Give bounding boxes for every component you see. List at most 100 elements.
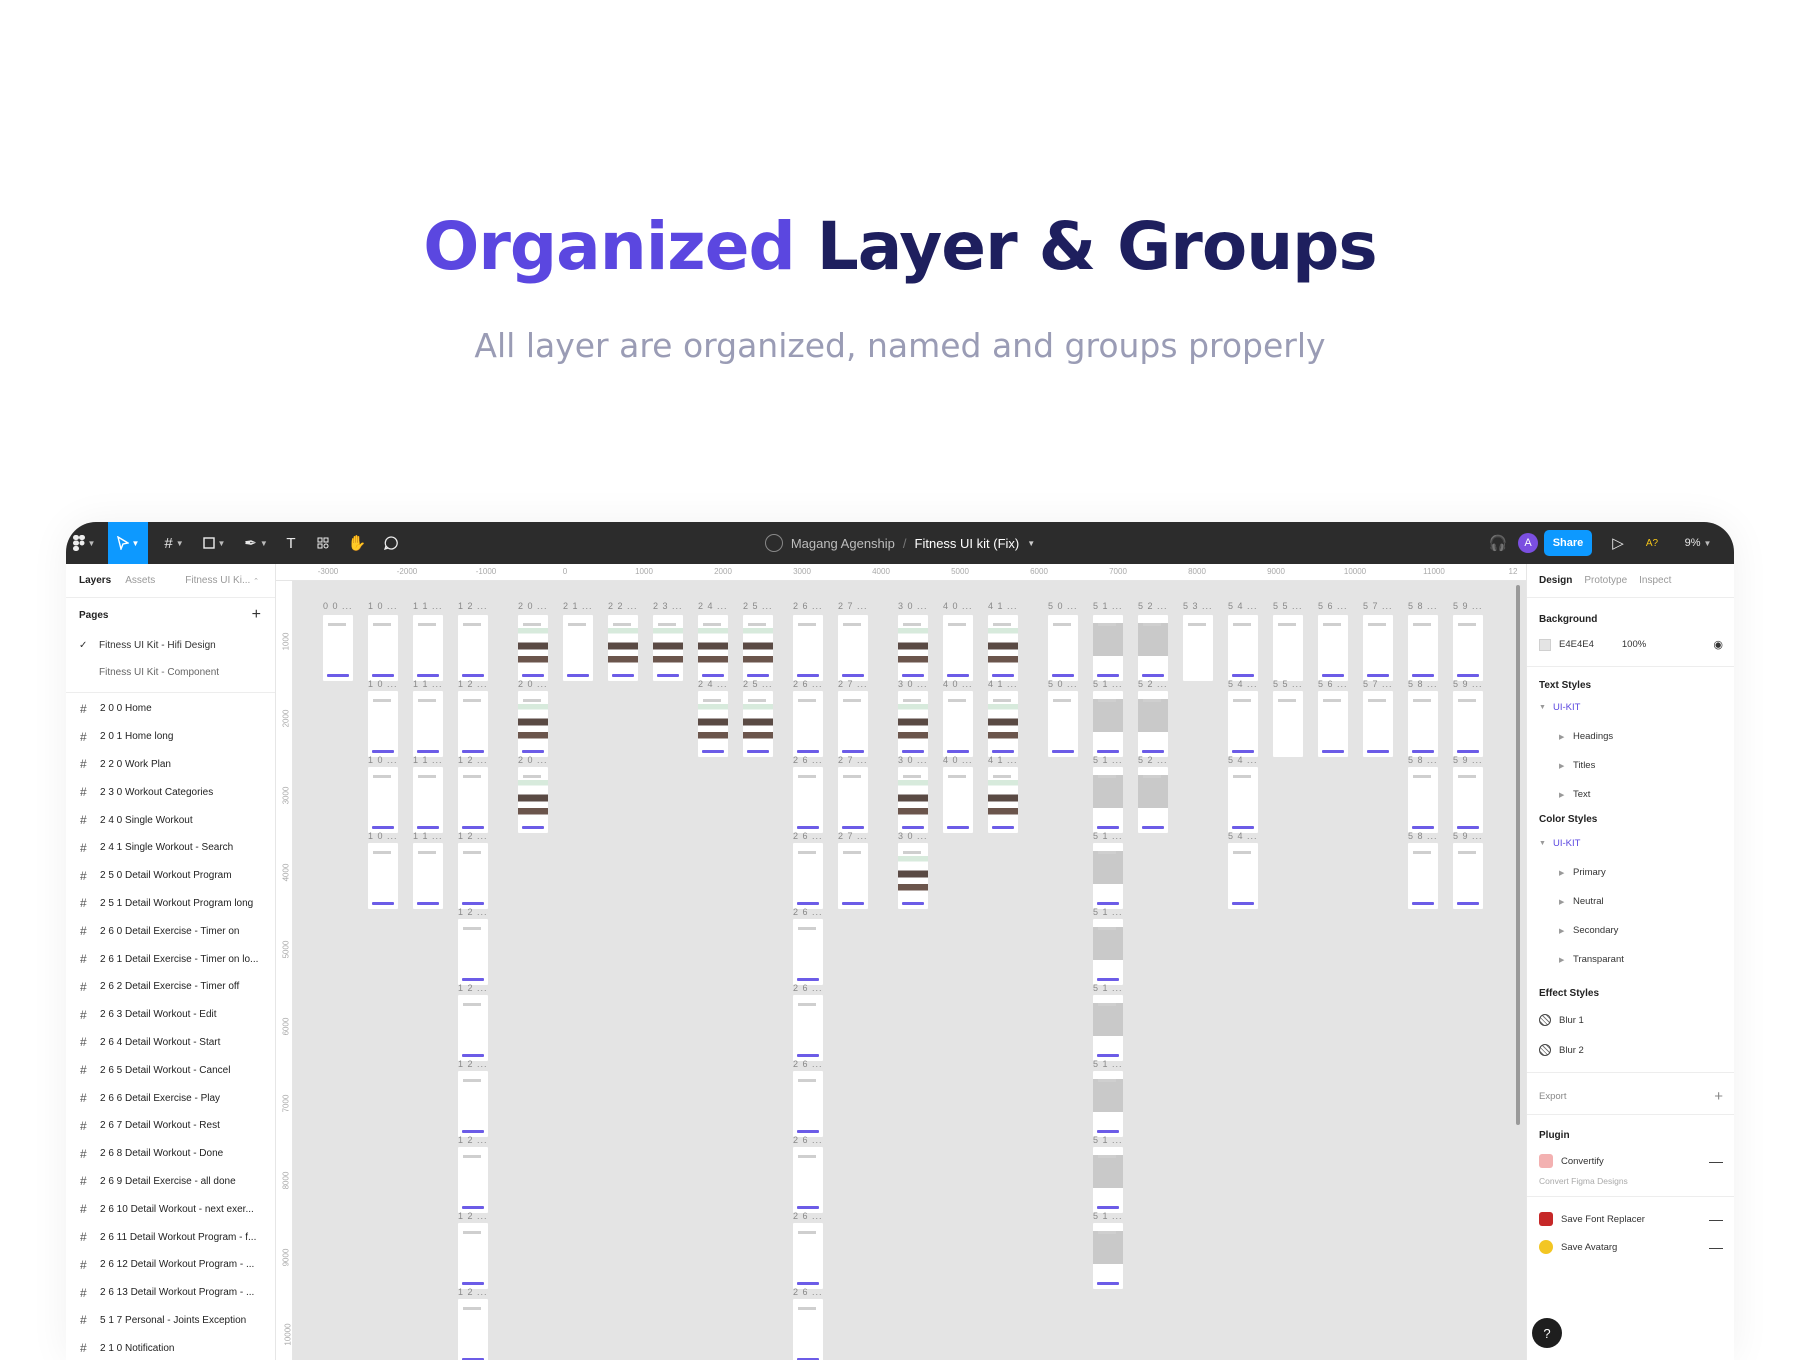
screen-frame[interactable] [1228, 767, 1258, 833]
layer-item[interactable]: # 2 6 11 Detail Workout Program - f... [66, 1223, 275, 1251]
color-style-neutral[interactable]: ▶ Neutral [1559, 896, 1604, 907]
pen-tool-icon[interactable]: ✒ ▼ [238, 522, 274, 564]
layer-item[interactable]: #2 6 0 Detail Exercise - Timer on [66, 917, 275, 945]
layer-item[interactable]: # 2 6 12 Detail Workout Program - ... [66, 1251, 275, 1279]
tab-assets[interactable]: Assets [125, 575, 155, 586]
screen-frame[interactable] [1408, 615, 1438, 681]
screen-frame[interactable] [898, 767, 928, 833]
screen-frame[interactable] [898, 615, 928, 681]
screen-frame[interactable] [793, 767, 823, 833]
plugin-save-avatarg[interactable]: Save Avatarg — [1539, 1239, 1723, 1255]
color-styles-group[interactable]: ▼ UI-KIT [1539, 838, 1580, 849]
tab-inspect[interactable]: Inspect [1639, 575, 1671, 586]
background-hex[interactable]: E4E4E4 [1559, 639, 1594, 650]
canvas[interactable]: 0 0 ... 1 0 ... 1 0 ... 1 0 ... 1 0 ... 1 1 .… [293, 581, 1526, 1360]
add-page-icon[interactable]: + [252, 606, 261, 624]
layer-item[interactable]: #2 6 5 Detail Workout - Cancel [66, 1056, 275, 1084]
layer-item[interactable]: #2 6 6 Detail Exercise - Play [66, 1084, 275, 1112]
layer-item[interactable]: # 2 5 1 Detail Workout Program long [66, 890, 275, 918]
screen-frame[interactable] [1138, 691, 1168, 757]
screen-frame[interactable] [1093, 1071, 1123, 1137]
screen-frame[interactable] [1318, 691, 1348, 757]
layer-item[interactable]: #2 0 1 Home long [66, 723, 275, 751]
page-item[interactable]: ✓ Fitness UI Kit - Hifi Design [66, 632, 275, 659]
screen-frame[interactable] [413, 691, 443, 757]
minus-icon[interactable]: — [1709, 1211, 1723, 1227]
tab-layers[interactable]: Layers [79, 575, 111, 586]
screen-frame[interactable] [988, 691, 1018, 757]
screen-frame[interactable] [1453, 691, 1483, 757]
comment-tool-icon[interactable] [378, 522, 404, 564]
color-style-transparant[interactable]: ▶ Transparant [1559, 954, 1624, 965]
screen-frame[interactable] [743, 691, 773, 757]
screen-frame[interactable] [898, 843, 928, 909]
screen-frame[interactable] [1093, 919, 1123, 985]
screen-frame[interactable] [838, 843, 868, 909]
screen-frame[interactable] [793, 615, 823, 681]
screen-frame[interactable] [458, 691, 488, 757]
screen-frame[interactable] [898, 691, 928, 757]
screen-frame[interactable] [1453, 843, 1483, 909]
screen-frame[interactable] [793, 1071, 823, 1137]
resources-icon[interactable] [310, 522, 336, 564]
screen-frame[interactable] [458, 615, 488, 681]
screen-frame[interactable] [1093, 767, 1123, 833]
text-style-titles[interactable]: ▶ Titles [1559, 760, 1595, 771]
screen-frame[interactable] [1408, 691, 1438, 757]
page-selector[interactable]: Fitness UI Ki... ⌃ [185, 575, 259, 586]
screen-frame[interactable] [793, 843, 823, 909]
headphones-icon[interactable]: 🎧 [1486, 522, 1510, 564]
layer-item[interactable]: #2 6 9 Detail Exercise - all done [66, 1168, 275, 1196]
screen-frame[interactable] [698, 615, 728, 681]
screen-frame[interactable] [323, 615, 353, 681]
screen-frame[interactable] [988, 615, 1018, 681]
screen-frame[interactable] [1138, 615, 1168, 681]
layer-item[interactable]: #2 6 1 Detail Exercise - Timer on lo... [66, 945, 275, 973]
background-row[interactable]: E4E4E4 100% ◉ [1539, 638, 1723, 651]
minus-icon[interactable]: — [1709, 1153, 1723, 1169]
color-style-primary[interactable]: ▶ Primary [1559, 867, 1606, 878]
screen-frame[interactable] [458, 843, 488, 909]
text-style-text[interactable]: ▶ Text [1559, 789, 1590, 800]
screen-frame[interactable] [1363, 691, 1393, 757]
screen-frame[interactable] [1363, 615, 1393, 681]
accessibility-badge[interactable]: A? [1638, 522, 1666, 564]
layer-item[interactable]: #2 6 3 Detail Workout - Edit [66, 1001, 275, 1029]
plugin-convertify[interactable]: Convertify — [1539, 1153, 1723, 1169]
present-play-icon[interactable]: ▷ [1606, 522, 1630, 564]
screen-frame[interactable] [458, 995, 488, 1061]
screen-frame[interactable] [1408, 767, 1438, 833]
layer-item[interactable]: #2 3 0 Workout Categories [66, 778, 275, 806]
screen-frame[interactable] [793, 1223, 823, 1289]
hand-tool-icon[interactable]: ✋ [344, 522, 370, 564]
screen-frame[interactable] [1408, 843, 1438, 909]
screen-frame[interactable] [368, 843, 398, 909]
zoom-dropdown[interactable]: 9% ▼ [1676, 522, 1720, 564]
screen-frame[interactable] [368, 615, 398, 681]
screen-frame[interactable] [1183, 615, 1213, 681]
screen-frame[interactable] [1453, 767, 1483, 833]
screen-frame[interactable] [413, 843, 443, 909]
move-tool-icon[interactable]: ▼ [108, 522, 148, 564]
screen-frame[interactable] [518, 691, 548, 757]
layer-item[interactable]: #2 4 0 Single Workout [66, 806, 275, 834]
frame-tool-icon[interactable]: # ▼ [156, 522, 192, 564]
screen-frame[interactable] [943, 615, 973, 681]
text-tool-icon[interactable]: T [278, 522, 304, 564]
layer-item[interactable]: # 2 6 13 Detail Workout Program - ... [66, 1279, 275, 1307]
screen-frame[interactable] [1093, 1223, 1123, 1289]
layer-item[interactable]: #2 6 7 Detail Workout - Rest [66, 1112, 275, 1140]
layer-item[interactable]: #2 6 8 Detail Workout - Done [66, 1140, 275, 1168]
screen-frame[interactable] [1093, 843, 1123, 909]
screen-frame[interactable] [793, 691, 823, 757]
screen-frame[interactable] [793, 1147, 823, 1213]
plugin-save-font-replacer[interactable]: Save Font Replacer — [1539, 1211, 1723, 1227]
chevron-down-icon[interactable]: ▼ [1027, 539, 1035, 548]
screen-frame[interactable] [1048, 691, 1078, 757]
screen-frame[interactable] [518, 767, 548, 833]
color-style-secondary[interactable]: ▶ Secondary [1559, 925, 1618, 936]
layer-item[interactable]: #2 4 1 Single Workout - Search [66, 834, 275, 862]
tab-design[interactable]: Design [1539, 575, 1572, 586]
screen-frame[interactable] [458, 1223, 488, 1289]
user-avatar[interactable]: A [1516, 522, 1540, 564]
